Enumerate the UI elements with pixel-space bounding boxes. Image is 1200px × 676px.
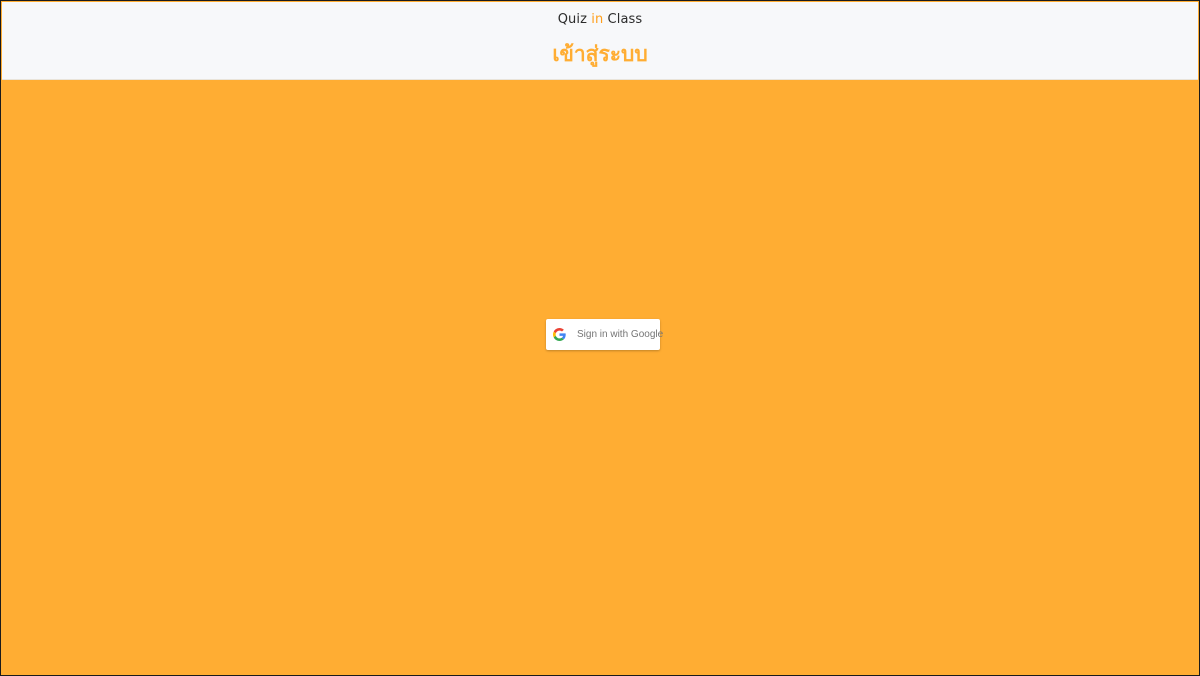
brand-part-class: Class: [603, 12, 643, 27]
page-title: เข้าสู่ระบบ: [552, 42, 648, 66]
google-sign-in-button[interactable]: Sign in with Google: [546, 319, 664, 350]
page-header: Quiz in Class เข้าสู่ระบบ: [2, 2, 1198, 80]
app-window: Quiz in Class เข้าสู่ระบบ Sign in with G…: [0, 0, 1200, 676]
brand-part-quiz: Quiz: [557, 12, 592, 27]
brand-logo-text: Quiz in Class: [2, 12, 1198, 28]
brand-part-in: in: [591, 12, 604, 27]
google-g-icon: [553, 328, 566, 342]
google-sign-in-label: Sign in with Google: [577, 329, 664, 340]
login-panel: Sign in with Google: [2, 81, 1198, 674]
